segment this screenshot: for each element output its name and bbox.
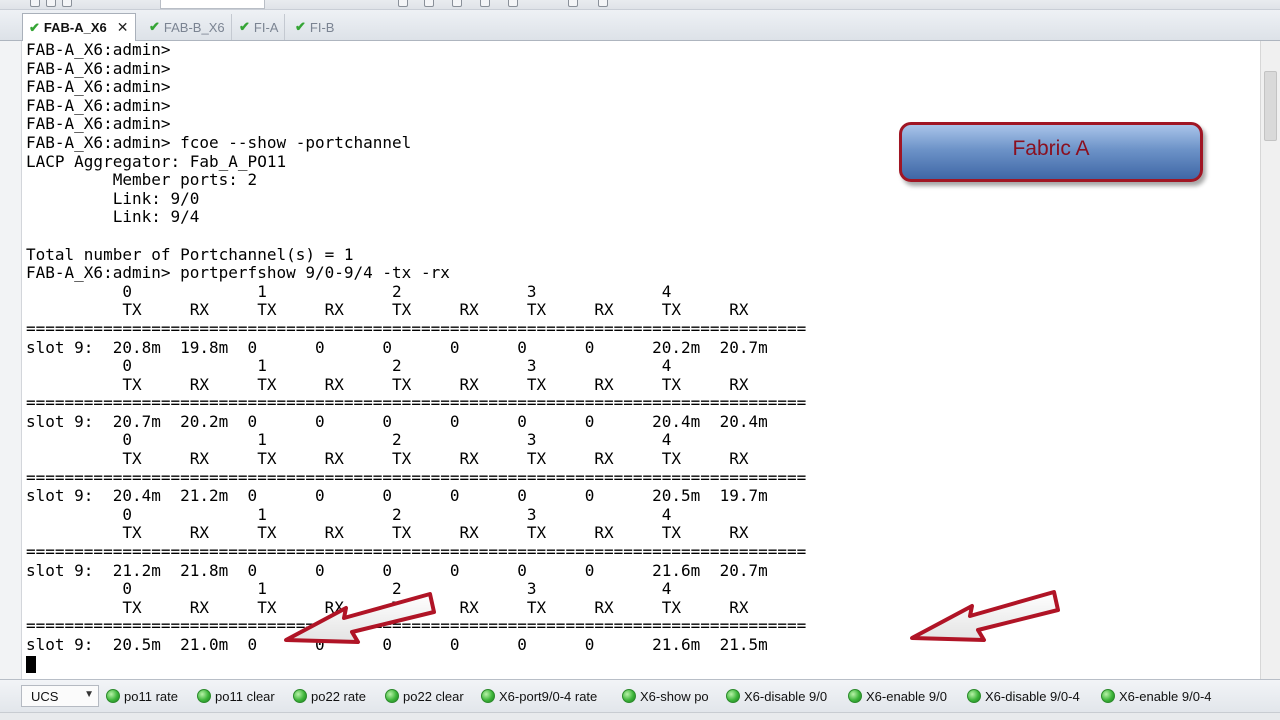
fabric-a-callout: Fabric A: [899, 122, 1203, 182]
annotation-arrow-right: [910, 590, 1060, 642]
connected-check-icon: ✔: [29, 19, 40, 35]
status-dot-icon: [481, 689, 495, 703]
status-dot-icon: [197, 689, 211, 703]
annotation-arrow-left: [284, 592, 436, 644]
status-dot-icon: [848, 689, 862, 703]
status-bar: [0, 712, 1280, 720]
terminal-line: TX RX TX RX TX RX TX RX TX RX: [26, 523, 749, 543]
status-dot-icon: [622, 689, 636, 703]
terminal-line: ========================================…: [26, 616, 807, 636]
terminal-line: Link: 9/4: [26, 207, 200, 227]
terminal-line: FAB-A_X6:admin>: [26, 77, 171, 97]
terminal-line: 0 1 2 3 4: [26, 579, 672, 599]
close-icon[interactable]: ✕: [117, 19, 129, 36]
toolbar-icon[interactable]: [508, 0, 518, 7]
terminal-line: TX RX TX RX TX RX TX RX TX RX: [26, 449, 749, 469]
terminal-line: TX RX TX RX TX RX TX RX TX RX: [26, 374, 749, 394]
quick-command-button[interactable]: po11 rate: [106, 687, 178, 705]
session-select-value: UCS: [31, 688, 59, 704]
quick-command-button[interactable]: X6-enable 9/0-4: [1101, 687, 1212, 705]
scrollbar-thumb[interactable]: [1264, 71, 1277, 141]
toolbar-icon[interactable]: [62, 0, 72, 7]
toolbar-icon[interactable]: [398, 0, 408, 7]
quick-command-button[interactable]: X6-disable 9/0: [726, 687, 827, 705]
terminal-line: ========================================…: [26, 318, 807, 338]
quick-command-button[interactable]: po22 rate: [293, 687, 366, 705]
status-dot-icon: [293, 689, 307, 703]
terminal-line: 0 1 2 3 4: [26, 430, 672, 450]
chevron-down-icon: ▼: [84, 689, 94, 700]
terminal-line: Total number of Portchannel(s) = 1: [26, 244, 354, 264]
terminal-line: FAB-A_X6:admin>: [26, 41, 171, 59]
tab-label: FI-B: [309, 19, 335, 35]
toolbar-icon[interactable]: [568, 0, 578, 7]
terminal-gutter: [0, 41, 22, 679]
terminal-line: slot 9: 20.7m 20.2m 0 0 0 0 0 0 20.4m 20…: [26, 411, 768, 431]
tab-fab-a-x6[interactable]: ✔ FAB-A_X6 ✕: [22, 13, 136, 41]
terminal-line: FAB-A_X6:admin>: [26, 95, 171, 115]
command-label: X6-port9/0-4 rate: [499, 688, 598, 704]
terminal-line: ========================================…: [26, 393, 807, 413]
quick-command-button[interactable]: X6-disable 9/0-4: [967, 687, 1080, 705]
terminal-line: Link: 9/0: [26, 188, 200, 208]
toolbar-search-input[interactable]: [160, 0, 265, 9]
session-tab-bar: ✔ FAB-A_X6 ✕ ✔ FAB-B_X6 ✔ FI-A ✔ FI-B: [0, 10, 1280, 41]
toolbar-icon[interactable]: [480, 0, 490, 7]
terminal-line: TX RX TX RX TX RX TX RX TX RX: [26, 300, 749, 320]
tab-fi-b[interactable]: ✔ FI-B: [289, 14, 340, 40]
command-label: X6-disable 9/0: [744, 688, 828, 704]
session-select[interactable]: UCS ▼: [21, 685, 99, 707]
quick-command-button[interactable]: X6-port9/0-4 rate: [481, 687, 597, 705]
command-label: po22 rate: [311, 688, 366, 704]
tab-fi-a[interactable]: ✔ FI-A: [233, 14, 286, 40]
connected-check-icon: ✔: [295, 19, 306, 34]
connected-check-icon: ✔: [239, 19, 250, 34]
terminal-line: 0 1 2 3 4: [26, 356, 672, 376]
terminal-line: slot 9: 20.8m 19.8m 0 0 0 0 0 0 20.2m 20…: [26, 337, 768, 357]
tab-fab-b-x6[interactable]: ✔ FAB-B_X6: [143, 14, 232, 40]
terminal-line: 0 1 2 3 4: [26, 281, 672, 301]
command-label: po22 clear: [403, 688, 464, 704]
quick-command-button[interactable]: X6-show po: [622, 687, 709, 705]
quick-command-button[interactable]: po11 clear: [197, 687, 275, 705]
status-dot-icon: [1101, 689, 1115, 703]
command-label: po11 clear: [215, 688, 275, 704]
terminal-line: slot 9: 20.5m 21.0m 0 0 0 0 0 0 21.6m 21…: [26, 635, 768, 654]
command-label: X6-enable 9/0-4: [1119, 688, 1212, 704]
top-toolbar: [0, 0, 1280, 10]
status-dot-icon: [385, 689, 399, 703]
vertical-scrollbar[interactable]: [1260, 41, 1280, 679]
command-label: X6-enable 9/0: [866, 688, 947, 704]
terminal-line: TX RX TX RX TX RX TX RX TX RX: [122, 597, 749, 617]
quick-command-button[interactable]: po22 clear: [385, 687, 464, 705]
quick-command-button[interactable]: X6-enable 9/0: [848, 687, 947, 705]
terminal-line: slot 9: 21.2m 21.8m 0 0 0 0 0 0 21.6m 20…: [26, 560, 768, 580]
terminal-line: 0 1 2 3 4: [26, 504, 672, 524]
terminal-cursor: [26, 656, 36, 673]
tab-label: FI-A: [253, 19, 279, 35]
terminal-line: FAB-A_X6:admin>: [26, 58, 171, 78]
toolbar-icon[interactable]: [30, 0, 40, 7]
command-label: po11 rate: [124, 688, 178, 704]
toolbar-icon[interactable]: [46, 0, 56, 7]
terminal-line: slot 9: 20.4m 21.2m 0 0 0 0 0 0 20.5m 19…: [26, 486, 768, 506]
status-dot-icon: [106, 689, 120, 703]
toolbar-icon[interactable]: [598, 0, 608, 7]
terminal-line: ========================================…: [26, 467, 807, 487]
tab-label: FAB-A_X6: [43, 20, 107, 35]
terminal-line: FAB-A_X6:admin> portperfshow 9/0-9/4 -tx…: [26, 263, 450, 283]
toolbar-icon[interactable]: [424, 0, 434, 7]
toolbar-icon[interactable]: [452, 0, 462, 7]
callout-label: Fabric A: [1012, 137, 1090, 160]
status-dot-icon: [726, 689, 740, 703]
status-dot-icon: [967, 689, 981, 703]
command-label: X6-disable 9/0-4: [985, 688, 1080, 704]
button-bar: UCS ▼ po11 rate po11 clear po22 rate po2…: [0, 679, 1280, 712]
tab-label: FAB-B_X6: [163, 19, 225, 35]
terminal-line: ========================================…: [26, 542, 807, 562]
connected-check-icon: ✔: [149, 19, 160, 34]
command-label: X6-show po: [640, 688, 709, 704]
